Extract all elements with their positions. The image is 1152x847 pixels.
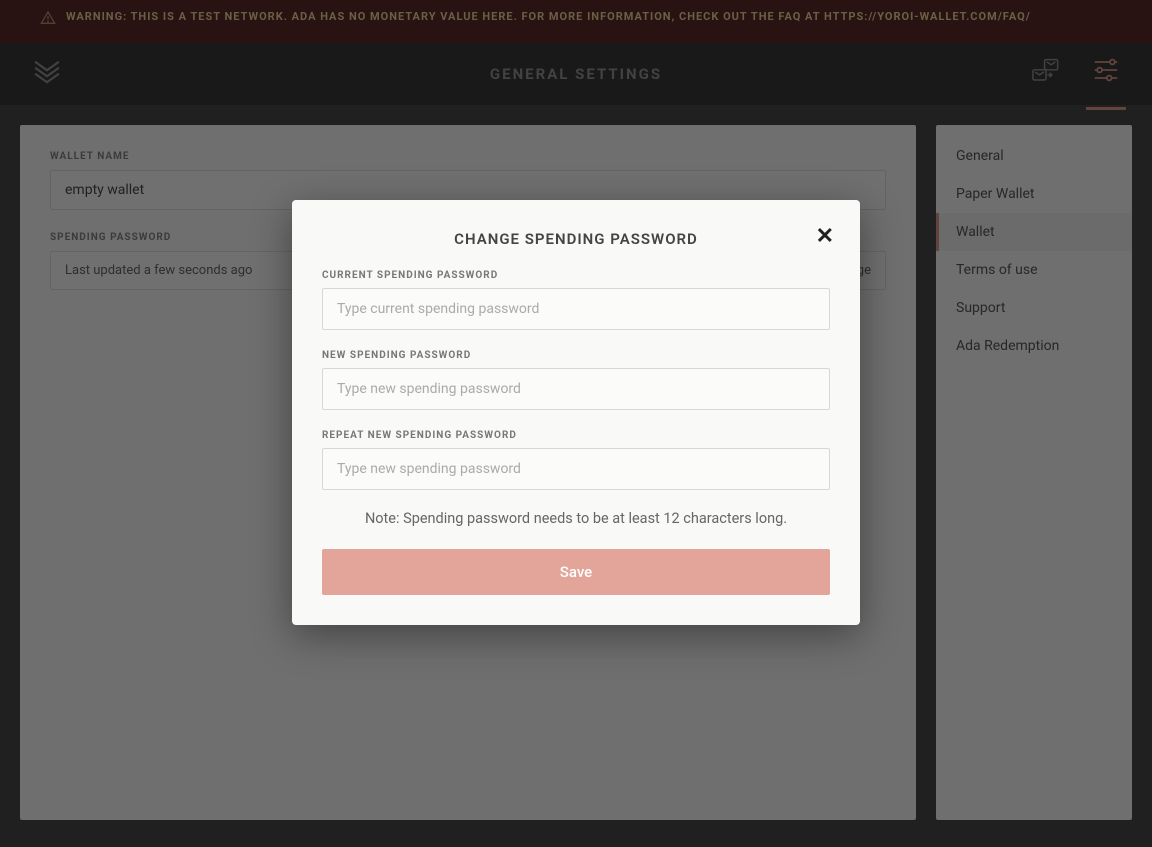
close-icon[interactable]: ✕	[816, 226, 834, 248]
current-password-field: CURRENT SPENDING PASSWORD	[322, 270, 830, 330]
new-password-label: NEW SPENDING PASSWORD	[322, 350, 830, 361]
repeat-password-field: REPEAT NEW SPENDING PASSWORD	[322, 430, 830, 490]
modal-title: CHANGE SPENDING PASSWORD	[322, 230, 830, 248]
current-password-label: CURRENT SPENDING PASSWORD	[322, 270, 830, 281]
new-password-field: NEW SPENDING PASSWORD	[322, 350, 830, 410]
change-password-modal: CHANGE SPENDING PASSWORD ✕ CURRENT SPEND…	[292, 200, 860, 625]
current-password-input[interactable]	[322, 288, 830, 330]
repeat-password-input[interactable]	[322, 448, 830, 490]
new-password-input[interactable]	[322, 368, 830, 410]
repeat-password-label: REPEAT NEW SPENDING PASSWORD	[322, 430, 830, 441]
save-button[interactable]: Save	[322, 549, 830, 595]
modal-overlay[interactable]: CHANGE SPENDING PASSWORD ✕ CURRENT SPEND…	[0, 0, 1152, 847]
password-length-note: Note: Spending password needs to be at l…	[322, 510, 830, 527]
